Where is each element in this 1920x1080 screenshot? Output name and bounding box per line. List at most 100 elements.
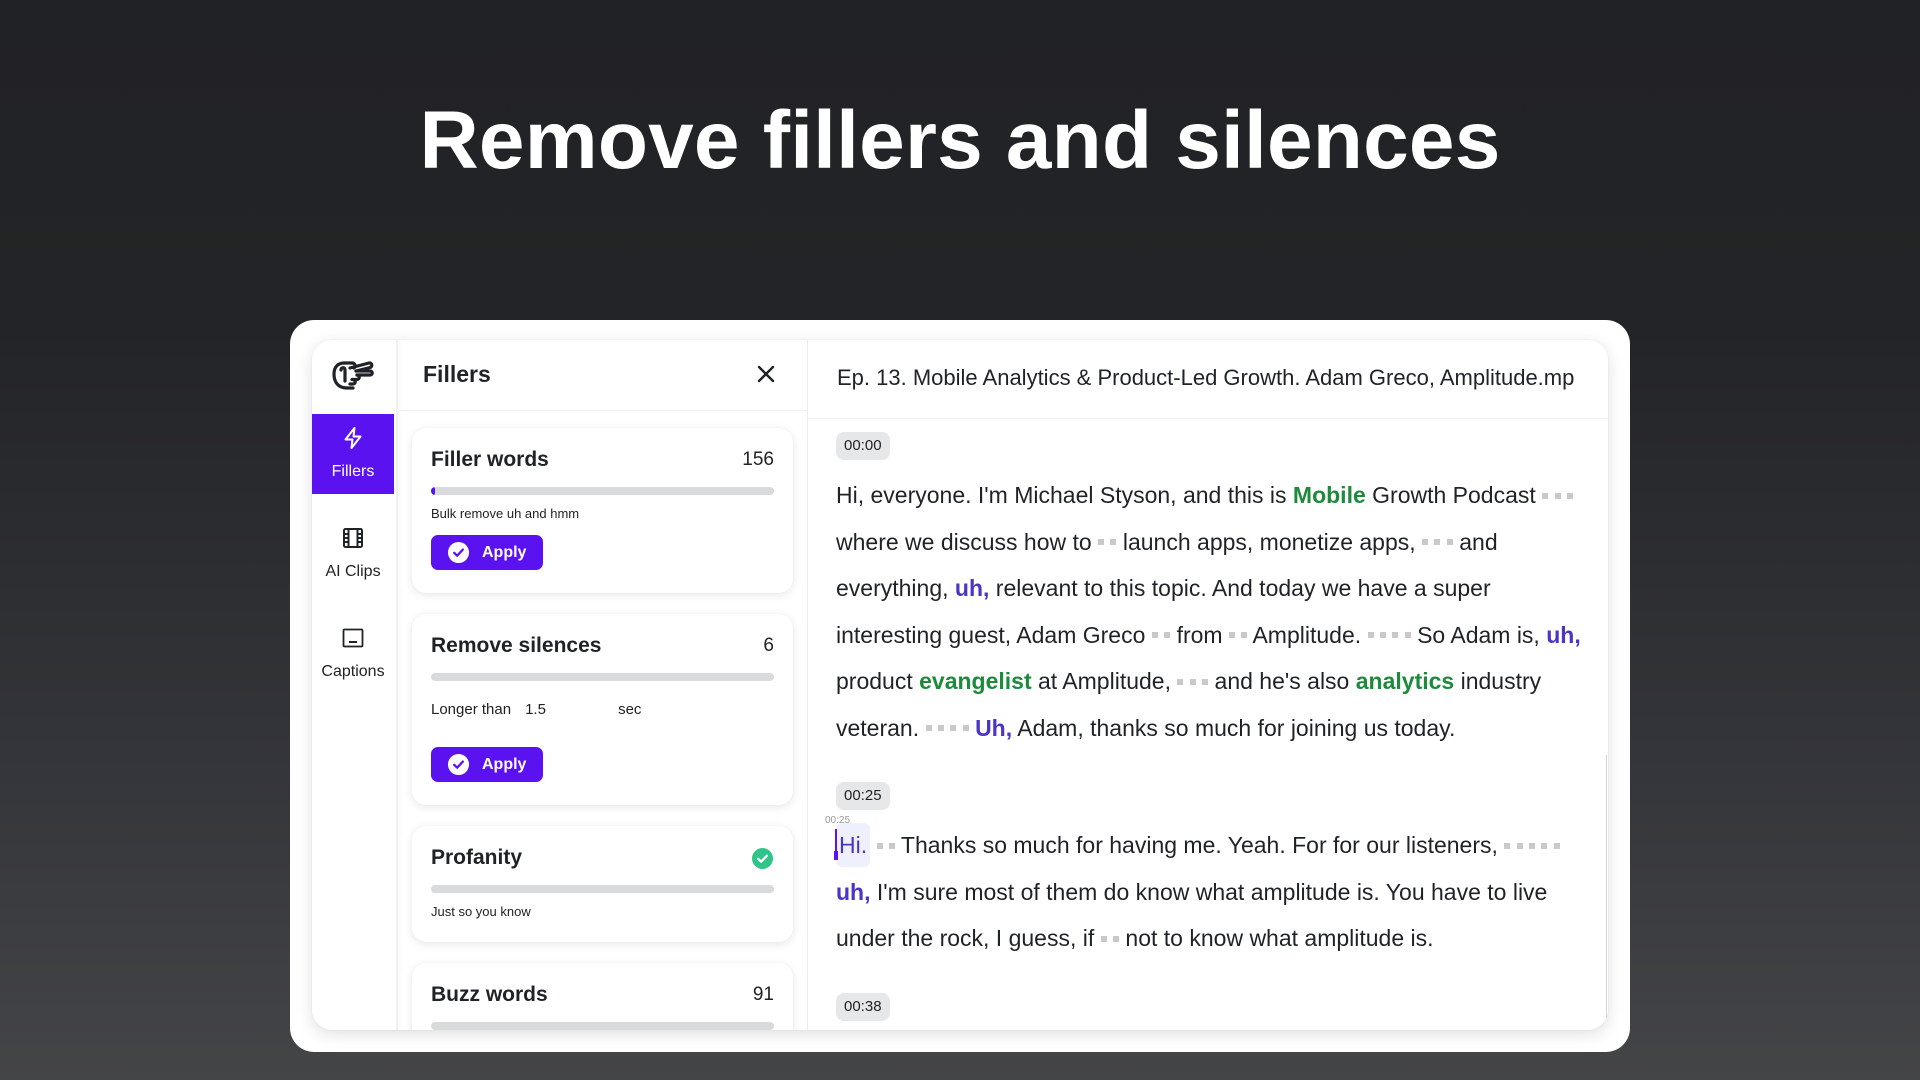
silence-dot[interactable] — [925, 725, 932, 732]
playhead-caret-handle[interactable] — [834, 851, 838, 860]
transcript-text: Thanks so much for having me. Yeah. For … — [900, 832, 1498, 858]
transcript-text: from — [1176, 621, 1223, 648]
silence-dot[interactable] — [1404, 632, 1411, 639]
silence-dot[interactable] — [1164, 632, 1171, 639]
timestamp-chip[interactable]: 00:00 — [836, 432, 890, 460]
sidebar-item-ai-clips[interactable]: AI Clips — [312, 514, 394, 594]
silence-dot[interactable] — [1529, 842, 1536, 849]
transcript-text: Hi, everyone. I'm Michael Styson, and th… — [836, 482, 1287, 508]
card-description: Just so you know — [431, 904, 531, 919]
filler-words-card: Filler words 156 Bulk remove uh and hmm … — [412, 428, 793, 593]
current-word[interactable]: 00:25 Hi. — [825, 815, 871, 867]
silence-dot[interactable] — [1113, 935, 1120, 942]
sidebar-item-fillers[interactable]: Fillers — [312, 414, 394, 494]
transcript-text: Amplitude. — [1252, 621, 1362, 648]
silence-dot[interactable] — [1367, 632, 1374, 639]
threshold-label: Longer than — [431, 700, 512, 718]
silence-dot[interactable] — [937, 725, 944, 732]
transcript-text: and he's also — [1214, 668, 1350, 694]
filler-cards: Filler words 156 Bulk remove uh and hmm … — [400, 411, 807, 1030]
silence-dot[interactable] — [1516, 842, 1523, 849]
page-headline: Remove fillers and silences — [419, 95, 1501, 186]
silence-dot[interactable] — [1177, 678, 1184, 685]
filler-word[interactable]: uh, — [955, 575, 990, 601]
transcript-text: Adam, thanks so much for joining us toda… — [1017, 714, 1456, 741]
filler-word[interactable]: uh, — [836, 879, 871, 905]
silence-dot[interactable] — [1100, 935, 1107, 942]
filler-word[interactable]: uh, — [1546, 622, 1581, 648]
silence-dot[interactable] — [950, 725, 957, 732]
silence-marker[interactable] — [925, 715, 969, 741]
silence-marker[interactable] — [1100, 925, 1120, 951]
transcript-editor: Ep. 13. Mobile Analytics & Product-Led G… — [808, 340, 1608, 1030]
profanity-card: Profanity Just so you know — [412, 826, 793, 942]
threshold-input[interactable] — [525, 700, 608, 718]
card-count: 91 — [752, 984, 774, 1005]
silence-dot[interactable] — [888, 842, 895, 849]
card-count: 156 — [742, 449, 774, 470]
silence-marker[interactable] — [1151, 622, 1171, 648]
panel-header: Fillers — [400, 340, 807, 411]
timestamp-chip[interactable]: 00:38 — [836, 992, 890, 1021]
transcript-paragraph[interactable]: Hi, everyone. I'm Michael Styson, and th… — [836, 472, 1582, 751]
silence-dot[interactable] — [876, 842, 883, 849]
silence-marker[interactable] — [1228, 622, 1248, 648]
transcript-text: where we discuss how to — [836, 528, 1092, 555]
app-window: Fillers AI Clips Captions Fillers Filler… — [312, 340, 1608, 1030]
silence-dot[interactable] — [1553, 842, 1560, 849]
hand-logo-icon[interactable] — [330, 354, 376, 392]
timestamp-row: 00:38 — [836, 992, 1608, 1021]
silence-dot[interactable] — [1202, 678, 1209, 685]
silence-marker[interactable] — [1367, 622, 1411, 648]
silence-dot[interactable] — [1446, 539, 1453, 546]
sidebar-item-label: AI Clips — [325, 563, 381, 580]
scrollbar[interactable] — [1606, 755, 1607, 1030]
playhead-time: 00:25 — [825, 815, 851, 826]
silence-dot[interactable] — [1434, 539, 1441, 546]
silence-marker[interactable] — [1542, 482, 1573, 508]
silence-dot[interactable] — [1542, 492, 1549, 499]
keyword-highlight: Mobile — [1292, 482, 1366, 508]
transcript-text: launch apps, monetize apps, — [1122, 528, 1416, 555]
check-circle-icon — [447, 753, 470, 776]
buzz-words-card: Buzz words 91 — [412, 963, 793, 1030]
close-icon — [757, 365, 775, 383]
silence-dot[interactable] — [1422, 539, 1429, 546]
sidebar-item-captions[interactable]: Captions — [312, 614, 394, 694]
silence-dot[interactable] — [1110, 539, 1117, 546]
silence-dot[interactable] — [1189, 678, 1196, 685]
silence-marker[interactable] — [1177, 668, 1209, 694]
threshold-unit: sec — [618, 700, 642, 718]
silence-threshold: Longer than sec — [431, 699, 774, 719]
silence-dot[interactable] — [1228, 632, 1235, 639]
lightning-icon — [341, 426, 365, 450]
apply-label: Apply — [482, 543, 527, 561]
silence-dot[interactable] — [1566, 492, 1573, 499]
silence-dot[interactable] — [1241, 632, 1248, 639]
silence-dot[interactable] — [1392, 632, 1399, 639]
timestamp-chip[interactable]: 00:25 — [836, 782, 890, 810]
silence-marker[interactable] — [1422, 529, 1453, 555]
silence-marker[interactable] — [876, 832, 895, 858]
card-title: Remove silences — [431, 634, 602, 657]
silence-dot[interactable] — [1151, 632, 1158, 639]
file-title[interactable]: Ep. 13. Mobile Analytics & Product-Led G… — [808, 340, 1608, 419]
transcript-paragraph[interactable]: 00:25 Hi. Thanks so much for having me. Y… — [825, 815, 1582, 962]
silence-dot[interactable] — [1554, 492, 1561, 499]
silence-dot[interactable] — [1098, 539, 1105, 546]
card-title: Buzz words — [431, 983, 548, 1006]
sidebar-item-label: Captions — [321, 663, 385, 680]
apply-silences-button[interactable]: Apply — [431, 747, 543, 782]
silence-dot[interactable] — [1504, 842, 1511, 849]
transcript-body[interactable]: 00:00 Hi, everyone. I'm Michael Styson, a… — [808, 419, 1608, 1021]
apply-label: Apply — [482, 755, 527, 773]
silence-dot[interactable] — [1379, 632, 1386, 639]
apply-filler-words-button[interactable]: Apply — [431, 535, 543, 570]
silence-marker[interactable] — [1504, 832, 1560, 858]
film-icon — [341, 526, 365, 550]
filler-word[interactable]: Uh, — [975, 715, 1012, 741]
silence-dot[interactable] — [962, 725, 969, 732]
close-button[interactable] — [754, 362, 778, 386]
silence-dot[interactable] — [1541, 842, 1548, 849]
silence-marker[interactable] — [1098, 529, 1117, 555]
